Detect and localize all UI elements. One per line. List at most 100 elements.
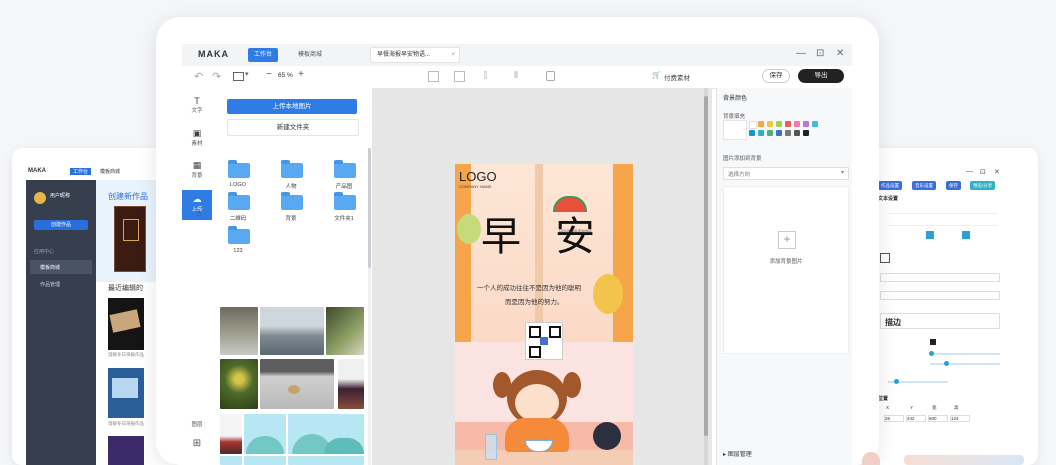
tab-workbench[interactable]: 工作台 [248, 48, 279, 62]
layout-icon[interactable] [233, 72, 244, 81]
color-swatch[interactable] [794, 121, 800, 127]
add-image-box[interactable]: + 添加背景图片 [723, 186, 849, 354]
rail-layers-label[interactable]: 图层 [182, 420, 212, 428]
close-icon[interactable]: ✕ [836, 48, 844, 59]
new-folder-button[interactable]: 新建文件夹 [227, 119, 359, 136]
maximize-icon[interactable]: ⊡ [816, 48, 824, 59]
recent-thumbnail-2[interactable] [108, 368, 144, 418]
folder-folder1[interactable]: 文件夹1 [324, 192, 364, 222]
create-work-button[interactable]: 创建作品 [34, 220, 88, 230]
image-thumb-palm[interactable] [326, 307, 364, 355]
pos-input-w[interactable]: 600 [928, 415, 948, 422]
rail-background[interactable]: ▦ 背景 [182, 160, 212, 186]
font-select[interactable] [880, 273, 1000, 282]
color-swatch[interactable] [758, 121, 764, 127]
pos-input-y[interactable]: 442 [906, 415, 926, 422]
paid-material-link[interactable]: 付费素材 [664, 72, 690, 82]
color-swatch[interactable] [803, 121, 809, 127]
zoom-in-icon[interactable]: + [298, 69, 304, 80]
align-toggle[interactable] [962, 231, 970, 239]
image-thumb-cloud-5[interactable] [288, 456, 364, 465]
redo-icon[interactable]: ↷ [212, 70, 221, 83]
dashboard-tab-workbench[interactable]: 工作台 [70, 168, 92, 175]
work-settings-button[interactable]: 作品设置 [878, 181, 902, 190]
folder-logo[interactable]: LOGO [218, 160, 258, 190]
color-swatch[interactable] [785, 130, 791, 136]
recent-thumbnail-1[interactable] [108, 298, 144, 350]
color-swatch[interactable] [749, 121, 757, 129]
template-thumbnail[interactable] [114, 206, 146, 272]
dashboard-tab-store[interactable]: 模板商城 [100, 168, 120, 175]
undo-icon[interactable]: ↶ [194, 70, 203, 83]
color-swatch[interactable] [812, 121, 818, 127]
align-icon[interactable]: ⫿ [484, 70, 487, 81]
image-thumb-cloud-3[interactable] [220, 456, 242, 465]
folder-background[interactable]: 背景 [271, 192, 311, 222]
image-thumb-dandelion[interactable] [220, 359, 258, 409]
rotate-slider-track[interactable] [888, 379, 948, 384]
image-thumb-cloud-1[interactable] [244, 414, 286, 454]
distribute-icon[interactable]: ⦀ [514, 70, 518, 81]
color-swatch[interactable] [776, 130, 782, 136]
poster-logo[interactable]: LOGO [459, 169, 497, 184]
ungroup-icon[interactable] [454, 71, 465, 82]
stroke-slider-track[interactable] [930, 361, 1000, 366]
color-swatch[interactable] [785, 121, 791, 127]
tab-template-store[interactable]: 模板商城 [292, 48, 328, 62]
rail-text[interactable]: T 文字 [182, 96, 212, 122]
align-row[interactable] [888, 207, 998, 214]
color-swatch[interactable] [749, 130, 755, 136]
poster-qrcode[interactable] [525, 322, 563, 360]
avatar[interactable] [34, 192, 46, 204]
image-thumb-cloud-4[interactable] [244, 456, 286, 465]
color-swatch[interactable] [758, 130, 764, 136]
layout-chevron-icon[interactable]: ▾ [245, 70, 249, 78]
pos-input-x[interactable]: 26 [884, 415, 904, 422]
size-inputs[interactable] [880, 291, 1000, 300]
current-color-preview[interactable] [723, 120, 747, 140]
music-settings-button[interactable]: 音乐设置 [912, 181, 936, 190]
save-button[interactable]: 保存 [762, 69, 790, 83]
canvas-scroll-thumb[interactable] [704, 96, 708, 436]
stroke-color[interactable] [930, 339, 936, 345]
panel-scroll-thumb[interactable] [368, 148, 371, 268]
minimize-icon[interactable]: — [796, 48, 806, 59]
color-swatch[interactable] [803, 130, 809, 136]
image-thumb-small[interactable] [220, 414, 242, 454]
tab-close-icon[interactable]: × [451, 48, 455, 62]
image-thumb-sea[interactable] [260, 307, 324, 355]
spacing-row[interactable] [888, 219, 998, 226]
stroke-slider-thumb[interactable] [944, 361, 949, 366]
folder-qrcode[interactable]: 二维码 [218, 192, 258, 222]
rotate-slider-thumb[interactable] [894, 379, 899, 384]
save-button-small[interactable]: 保存 [946, 181, 961, 190]
opacity-slider-thumb[interactable] [929, 351, 934, 356]
direction-select[interactable]: 选择方向 ▾ [723, 167, 849, 180]
group-icon[interactable] [428, 71, 439, 82]
color-swatch[interactable] [776, 121, 782, 127]
menu-template-store[interactable]: 模板商城 [40, 264, 60, 271]
layers-toggle[interactable]: ▸ 图层管理 [723, 449, 752, 458]
maximize-icon[interactable]: ⊡ [980, 168, 986, 176]
minimize-icon[interactable]: — [966, 168, 973, 175]
poster-slogan-2[interactable]: 而是因为他的努力。 [505, 296, 564, 306]
zoom-out-icon[interactable]: − [266, 69, 272, 80]
poster-headline-morning[interactable]: 早 [481, 204, 521, 262]
opacity-slider-track[interactable] [929, 351, 1000, 356]
poster-slogan-1[interactable]: 一个人的成功往往不是因为他的聪明 [477, 282, 581, 292]
color-swatch[interactable] [767, 121, 773, 127]
cart-icon[interactable]: 🛒 [652, 71, 661, 79]
qrcode-icon[interactable]: ⊞ [182, 438, 212, 449]
panel-scrollbar[interactable] [368, 148, 371, 465]
effect-select[interactable]: 描边 [880, 313, 1000, 329]
image-thumb-waterfall[interactable] [220, 307, 258, 355]
color-swatch[interactable] [794, 130, 800, 136]
menu-works[interactable]: 作品管理 [40, 281, 60, 288]
menu-app-center[interactable]: 应用中心 [34, 248, 54, 255]
poster-page[interactable]: LOGO COMPANY NAME 早 安 GOOD MORNING 一个人的成… [455, 164, 633, 465]
pos-input-h[interactable]: 124 [950, 415, 970, 422]
bold-toggle[interactable] [926, 231, 934, 239]
poster-headline-peace[interactable]: 安 [555, 204, 595, 262]
color-swatch[interactable] [767, 130, 773, 136]
canvas-scrollbar[interactable] [704, 88, 708, 465]
